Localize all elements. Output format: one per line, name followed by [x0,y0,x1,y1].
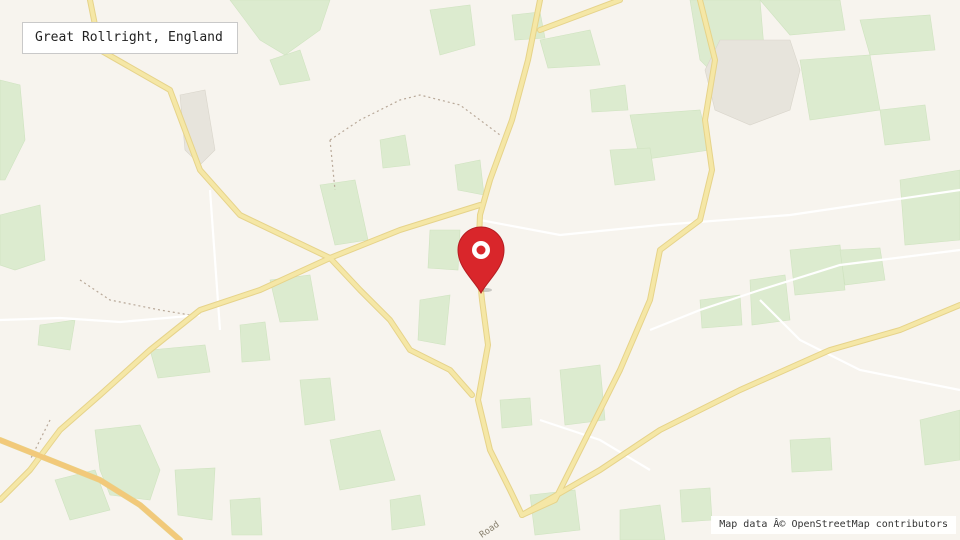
location-name-label: Great Rollright, England [22,22,238,54]
map-canvas[interactable]: Road [0,0,960,540]
map-attribution[interactable]: Map data Â© OpenStreetMap contributors [711,516,956,534]
